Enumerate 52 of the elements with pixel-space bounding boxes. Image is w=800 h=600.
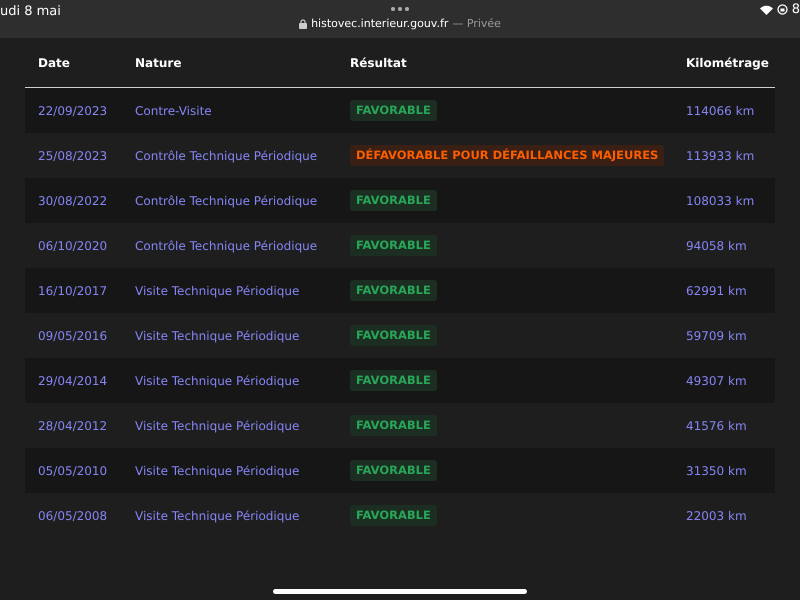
column-header: Résultat xyxy=(350,54,408,72)
column-header: Nature xyxy=(135,54,182,72)
date-cell-text: 25/08/2023 xyxy=(37,148,108,164)
mileage-cell-text: 22003 km xyxy=(686,508,748,524)
date-cell-text: 09/05/2016 xyxy=(37,328,108,344)
date-cell-text: 28/04/2012 xyxy=(37,418,108,434)
nature-cell-text: Visite Technique Périodique xyxy=(135,328,300,344)
url-text[interactable]: histovec.interieur.gouv.fr xyxy=(311,16,448,32)
nature-cell-text: Contrôle Technique Périodique xyxy=(135,192,318,210)
date-cell-text: 06/10/2020 xyxy=(37,238,108,254)
mileage-cell-text: 62991 km xyxy=(686,282,748,300)
result-badge: FAVORABLE xyxy=(350,504,437,526)
mileage-cell-text: 108033 km xyxy=(686,192,756,210)
mileage-cell-text: 49307 km xyxy=(686,372,748,390)
result-badge: FAVORABLE xyxy=(350,280,437,302)
nature-cell-text: Contrôle Technique Périodique xyxy=(135,238,318,254)
date-cell-text: 16/10/2017 xyxy=(37,282,108,300)
column-header: Date xyxy=(37,54,71,72)
mileage-cell-text: 31350 km xyxy=(686,462,748,480)
mileage-cell-text: 41576 km xyxy=(686,418,748,434)
result-badge: FAVORABLE xyxy=(350,370,437,392)
mileage-cell-text: 113933 km xyxy=(686,148,756,164)
more-icon xyxy=(390,6,410,12)
nature-cell-text: Visite Technique Périodique xyxy=(135,282,300,300)
date-cell-text: 29/04/2014 xyxy=(37,372,108,390)
column-header: Kilométrage xyxy=(686,54,770,72)
private-label: — Privée xyxy=(452,16,501,32)
battery-percent: 8 xyxy=(792,3,800,16)
nature-cell-text: Contrôle Technique Périodique xyxy=(135,148,318,164)
date-cell-text: 05/05/2010 xyxy=(37,462,108,480)
nature-cell-text: Contre-Visite xyxy=(135,102,213,120)
lock-rotation-icon xyxy=(776,4,788,15)
result-badge: FAVORABLE xyxy=(350,460,437,482)
mileage-cell-text: 114066 km xyxy=(686,102,756,120)
nature-cell-text: Visite Technique Périodique xyxy=(135,372,300,390)
result-badge: DÉFAVORABLE POUR DÉFAILLANCES MAJEURES xyxy=(350,144,664,166)
nature-cell-text: Visite Technique Périodique xyxy=(135,508,300,524)
nature-cell-text: Visite Technique Périodique xyxy=(135,418,300,434)
lock-icon xyxy=(299,19,308,30)
mileage-cell-text: 94058 km xyxy=(686,238,748,254)
nature-cell-text: Visite Technique Périodique xyxy=(135,462,300,480)
result-badge: FAVORABLE xyxy=(350,324,437,346)
status-date: udi 8 mai xyxy=(0,3,61,21)
wifi-icon xyxy=(760,4,773,14)
result-badge: FAVORABLE xyxy=(350,100,437,122)
result-badge: FAVORABLE xyxy=(350,190,437,212)
mileage-cell-text: 59709 km xyxy=(686,328,748,344)
date-cell-text: 22/09/2023 xyxy=(37,102,108,120)
result-badge: FAVORABLE xyxy=(350,414,437,436)
date-cell-text: 30/08/2022 xyxy=(37,192,108,210)
result-badge: FAVORABLE xyxy=(350,234,437,256)
date-cell-text: 06/05/2008 xyxy=(37,508,108,524)
